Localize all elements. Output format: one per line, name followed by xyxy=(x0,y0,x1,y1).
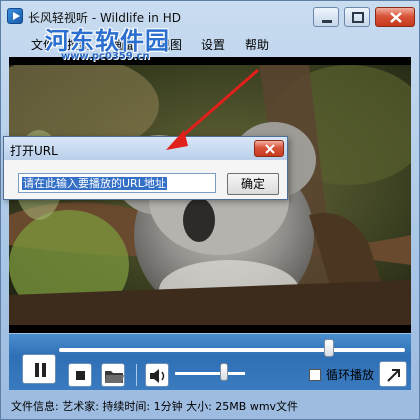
status-bar: 文件信息: 艺术家: 持续时间: 1分钟 大小: 25MB wmv文件 xyxy=(1,392,419,419)
menu-help[interactable]: 帮助 xyxy=(245,36,269,53)
file-info-text: 文件信息: 艺术家: 持续时间: 1分钟 大小: 25MB wmv文件 xyxy=(11,400,299,413)
close-icon xyxy=(265,144,275,154)
dialog-close-button[interactable] xyxy=(254,140,284,157)
url-input[interactable]: 请在此输入要播放的URL地址 xyxy=(18,173,216,193)
open-url-dialog: 打开URL 请在此输入要播放的URL地址 确定 xyxy=(3,136,288,200)
stop-button[interactable] xyxy=(68,363,92,387)
mute-button[interactable] xyxy=(145,363,169,387)
volume-bar[interactable] xyxy=(175,372,245,375)
seek-handle[interactable] xyxy=(323,339,334,357)
seek-bar[interactable] xyxy=(59,348,405,352)
menu-settings[interactable]: 设置 xyxy=(201,36,225,53)
watermark-url: www.pc0359.cn xyxy=(61,51,150,62)
speaker-icon xyxy=(150,369,165,383)
expand-arrow-icon xyxy=(387,369,400,382)
maximize-button[interactable] xyxy=(344,7,370,27)
close-button[interactable] xyxy=(375,7,415,27)
control-panel: 循环播放 xyxy=(9,334,411,390)
dialog-title-bar[interactable]: 打开URL xyxy=(4,137,287,160)
loop-checkbox[interactable] xyxy=(309,369,321,381)
pause-button[interactable] xyxy=(22,354,56,384)
fullscreen-button[interactable] xyxy=(379,361,407,387)
folder-icon xyxy=(105,371,124,383)
open-folder-button[interactable] xyxy=(101,363,125,387)
app-icon xyxy=(7,8,23,24)
minimize-button[interactable] xyxy=(313,7,339,27)
volume-handle[interactable] xyxy=(220,363,228,381)
player-window: 长风轻视听 - Wildlife in HD 文件 控制 画面 视图 设置 帮助 xyxy=(0,0,420,420)
dialog-title: 打开URL xyxy=(10,144,58,158)
loop-label: 循环播放 xyxy=(326,368,375,382)
ok-button[interactable]: 确定 xyxy=(227,173,279,195)
toolbar-divider xyxy=(136,364,137,386)
dialog-body: 请在此输入要播放的URL地址 确定 xyxy=(4,160,287,199)
url-input-text: 请在此输入要播放的URL地址 xyxy=(22,177,167,190)
